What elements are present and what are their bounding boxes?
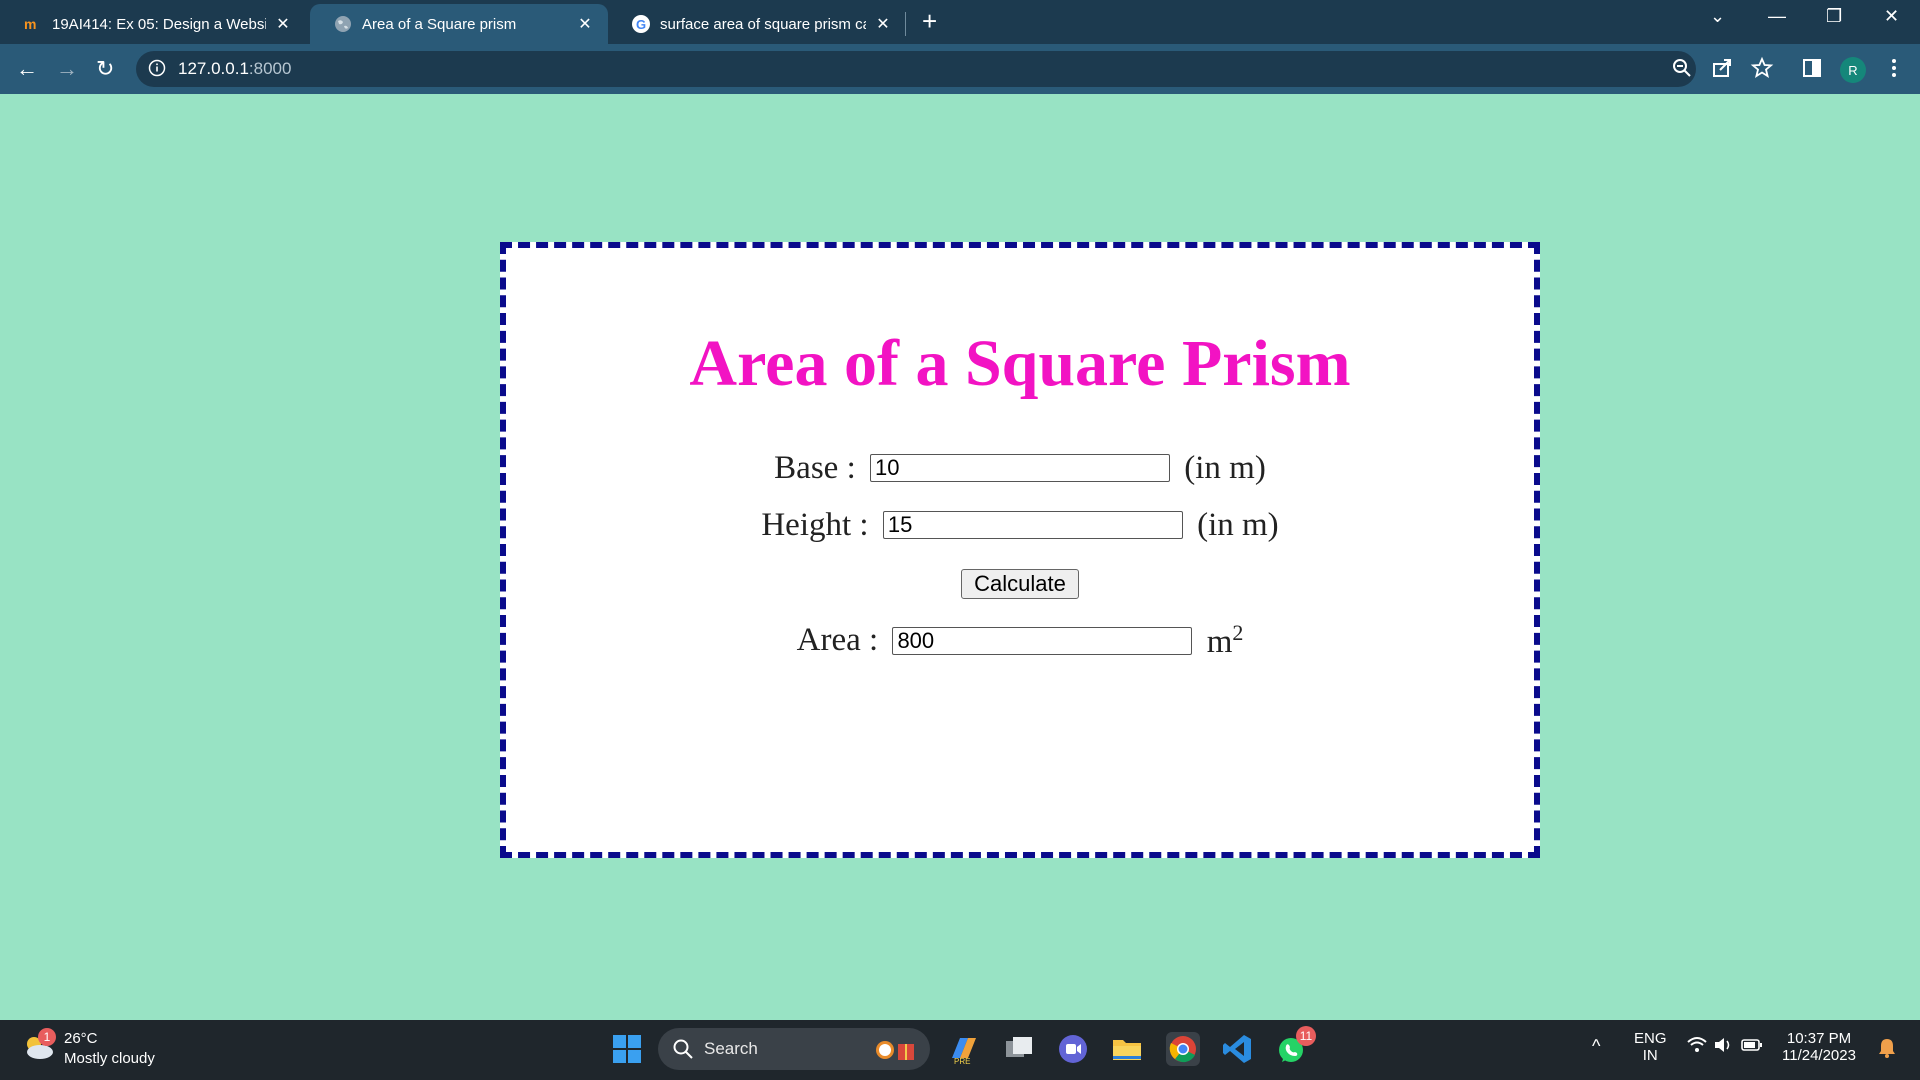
search-icon [673,1039,693,1059]
close-icon[interactable]: ✕ [274,14,292,34]
forward-arrow-icon[interactable]: → [56,56,78,82]
height-row: Height : (in m) [506,505,1534,544]
bookmark-star-icon[interactable] [1750,56,1774,80]
address-bar[interactable]: 127.0.0.1:8000 [136,51,1696,87]
chevron-up-icon[interactable]: ^ [1592,1036,1600,1057]
windows-start-icon[interactable] [610,1032,644,1066]
tab-title: surface area of square prism cal [660,15,866,33]
base-unit: (in m) [1184,449,1266,486]
base-input[interactable] [870,454,1170,483]
tab-title: 19AI414: Ex 05: Design a Websit [52,15,266,33]
more-menu-icon[interactable] [1882,56,1906,80]
weather-badge: 1 [38,1028,56,1046]
base-label: Base : [774,449,856,486]
close-window-icon[interactable]: ✕ [1884,6,1899,27]
close-icon[interactable]: ✕ [874,14,892,34]
taskbar: 1 26°C Mostly cloudy Search PRE 11 ^ ENG… [0,1020,1920,1080]
tab-area-square-prism[interactable]: Area of a Square prism ✕ [310,4,608,44]
height-input[interactable] [882,511,1183,540]
profile-avatar[interactable]: R [1840,57,1866,83]
language-region: IN [1642,1047,1658,1064]
task-view-icon[interactable] [1002,1032,1036,1066]
new-tab-button[interactable]: + [922,6,937,37]
copilot-icon[interactable]: PRE [946,1032,980,1066]
google-icon: G [632,15,650,33]
area-row: Area : m2 [506,620,1534,661]
height-label: Height : [761,506,869,543]
whatsapp-badge: 11 [1296,1026,1316,1046]
close-icon[interactable]: ✕ [576,14,594,34]
info-icon[interactable] [148,59,166,77]
language-code: ENG [1634,1030,1667,1047]
language-indicator[interactable]: ENG IN [1634,1030,1667,1064]
search-label: Search [704,1039,758,1058]
calculate-row: Calculate [506,563,1534,600]
url-text: 127.0.0.1:8000 [178,59,292,78]
svg-text:PRE: PRE [954,1057,970,1066]
page-title: Area of a Square Prism [689,327,1351,400]
calculate-button[interactable]: Calculate [961,569,1079,599]
teams-meet-icon[interactable] [1056,1032,1090,1066]
tab-google-search[interactable]: G surface area of square prism cal ✕ [608,4,906,44]
tab-title: Area of a Square prism [362,15,517,33]
wifi-icon[interactable] [1686,1034,1708,1056]
back-arrow-icon[interactable]: ← [16,56,38,82]
globe-icon [334,15,352,33]
search-highlight-icon [876,1041,914,1060]
vscode-icon[interactable] [1220,1032,1254,1066]
clock-date: 11/24/2023 [1782,1047,1856,1064]
restore-icon[interactable]: ❐ [1826,6,1842,27]
volume-icon[interactable] [1712,1034,1734,1056]
tab-strip: m 19AI414: Ex 05: Design a Websit ✕ Area… [0,0,1920,44]
zoom-icon[interactable] [1670,56,1694,80]
side-panel-icon[interactable] [1800,56,1824,80]
svg-text:G: G [636,17,646,32]
weather-description[interactable]: Mostly cloudy [64,1050,155,1067]
reload-icon[interactable]: ↻ [96,56,114,82]
base-row: Base : (in m) [506,448,1534,487]
share-icon[interactable] [1710,56,1734,80]
tab-search-chevron-icon[interactable]: ⌄ [1710,6,1725,27]
calculator-card: Area of a Square Prism Base : (in m) Hei… [500,242,1540,858]
notification-bell-icon[interactable] [1876,1036,1898,1060]
minimize-icon[interactable]: — [1768,6,1786,27]
height-unit: (in m) [1197,506,1279,543]
file-explorer-icon[interactable] [1110,1032,1144,1066]
taskbar-search[interactable]: Search [658,1028,930,1070]
weather-temp[interactable]: 26°C [64,1030,98,1047]
browser-toolbar: ← → ↻ 127.0.0.1:8000 R [0,44,1920,94]
moodle-icon: m [24,15,42,33]
area-unit-exponent: 2 [1232,620,1244,645]
battery-icon[interactable] [1740,1035,1764,1055]
svg-text:m: m [24,17,36,31]
tab-separator [905,12,906,36]
area-unit: m2 [1206,620,1244,660]
area-output[interactable] [892,626,1193,655]
clock-time: 10:37 PM [1786,1030,1852,1047]
clock[interactable]: 10:37 PM 11/24/2023 [1782,1030,1856,1064]
tab-moodle[interactable]: m 19AI414: Ex 05: Design a Websit ✕ [0,4,306,44]
area-label: Area : [796,622,879,658]
chrome-icon[interactable] [1166,1032,1200,1066]
